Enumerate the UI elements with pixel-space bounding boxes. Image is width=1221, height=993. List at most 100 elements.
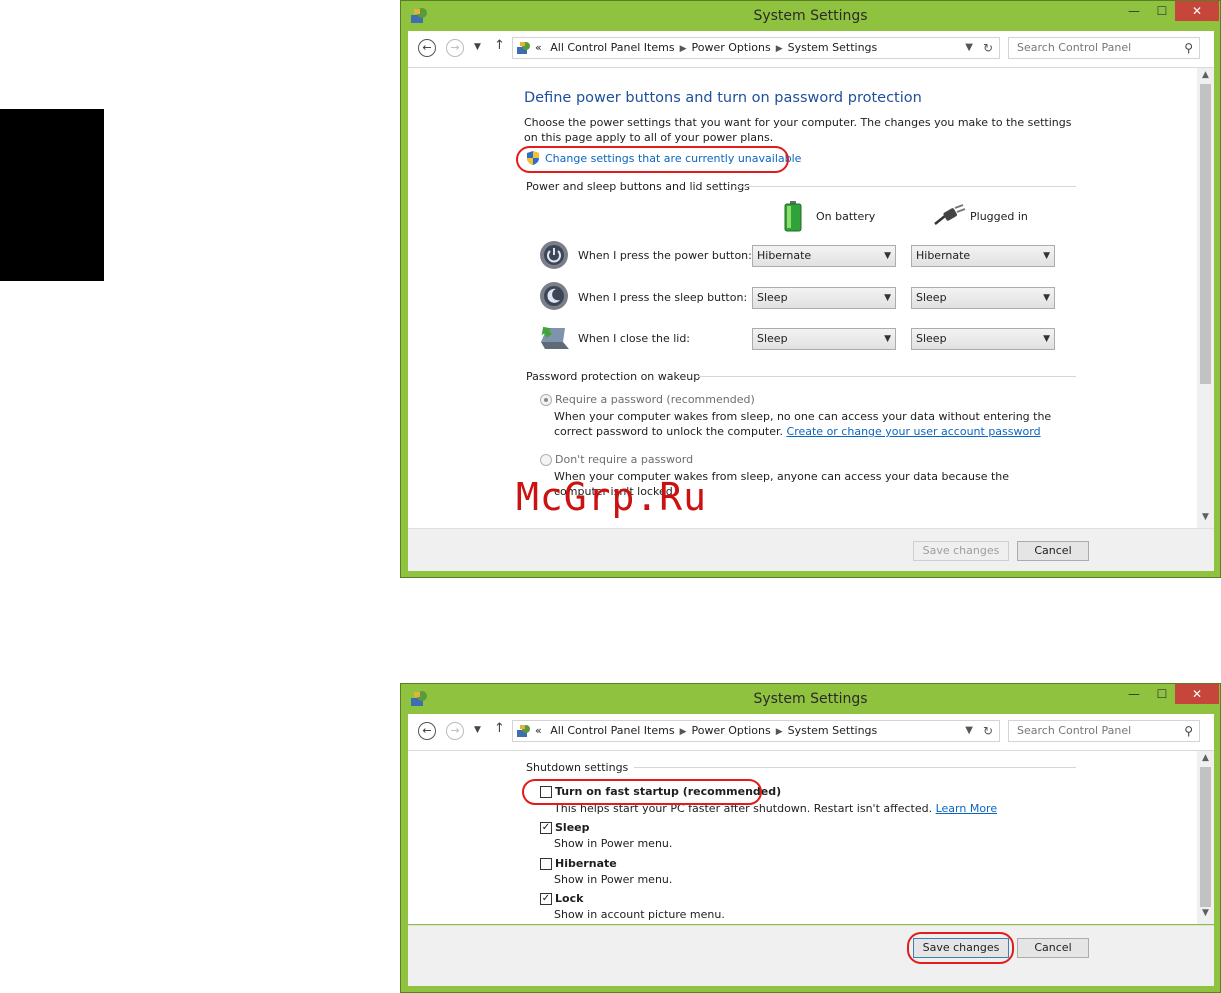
select-value: Sleep: [916, 291, 947, 304]
scrollbar-thumb[interactable]: [1200, 767, 1211, 907]
recent-locations-icon[interactable]: ▼: [474, 42, 481, 52]
recent-locations-icon[interactable]: ▼: [474, 725, 481, 735]
power-button-plugged-select[interactable]: Hibernate ▼: [911, 245, 1055, 267]
minimize-button[interactable]: —: [1119, 684, 1149, 704]
window-title: System Settings: [753, 8, 868, 24]
navigation-bar: ← → ▼ ↑ « All Control Panel Items ▶ Power …: [408, 31, 1214, 68]
up-icon[interactable]: ↑: [494, 38, 505, 53]
control-panel-icon: [517, 42, 530, 54]
minimize-button[interactable]: —: [1119, 1, 1149, 21]
search-input[interactable]: Search Control Panel ⚲: [1008, 720, 1200, 742]
chevron-right-icon: ▶: [775, 727, 783, 737]
breadcrumb-item[interactable]: System Settings: [788, 41, 878, 54]
learn-more-link[interactable]: Learn More: [936, 802, 998, 815]
divider: [634, 767, 1076, 768]
search-placeholder: Search Control Panel: [1017, 41, 1132, 54]
breadcrumb-item[interactable]: System Settings: [788, 724, 878, 737]
black-side-tab: [0, 109, 104, 281]
sleep-label: Sleep: [555, 821, 590, 834]
system-settings-window-2: System Settings — ☐ ✕ ← → ▼ ↑ « All Cont…: [400, 683, 1221, 993]
chevron-down-icon[interactable]: ▼: [965, 38, 973, 58]
search-input[interactable]: Search Control Panel ⚲: [1008, 37, 1200, 59]
scroll-down-icon[interactable]: ▼: [1197, 908, 1214, 922]
chevron-right-icon: ▶: [775, 44, 783, 54]
page-description: Choose the power settings that you want …: [524, 116, 1072, 144]
lid-plugged-select[interactable]: Sleep ▼: [911, 328, 1055, 350]
section-title-power-sleep: Power and sleep buttons and lid settings: [526, 180, 750, 193]
scrollbar-thumb[interactable]: [1200, 84, 1211, 384]
create-password-link[interactable]: Create or change your user account passw…: [787, 425, 1041, 438]
scroll-down-icon[interactable]: ▼: [1197, 512, 1214, 526]
address-bar[interactable]: « All Control Panel Items ▶ Power Options ▶…: [512, 720, 1000, 742]
plug-icon: [934, 204, 966, 225]
select-value: Hibernate: [757, 249, 812, 262]
hibernate-desc: Show in Power menu.: [554, 873, 673, 886]
chevron-down-icon: ▼: [884, 251, 891, 261]
highlight-oval: [522, 779, 762, 805]
chevron-down-icon: ▼: [1043, 334, 1050, 344]
scroll-up-icon[interactable]: ▲: [1197, 70, 1214, 84]
search-icon[interactable]: ⚲: [1184, 721, 1193, 741]
up-icon[interactable]: ↑: [494, 721, 505, 736]
lid-battery-select[interactable]: Sleep ▼: [752, 328, 896, 350]
page-title: Define power buttons and turn on passwor…: [524, 90, 922, 106]
breadcrumb-item[interactable]: All Control Panel Items: [550, 724, 674, 737]
save-changes-button[interactable]: Save changes: [913, 541, 1009, 561]
hibernate-label: Hibernate: [555, 857, 617, 870]
hibernate-checkbox[interactable]: [540, 858, 552, 870]
lock-checkbox[interactable]: ✓: [540, 893, 552, 905]
maximize-button[interactable]: ☐: [1147, 1, 1177, 21]
refresh-icon[interactable]: ↻: [983, 38, 993, 58]
title-bar[interactable]: System Settings — ☐ ✕: [401, 1, 1220, 31]
scrollbar[interactable]: ▲ ▼: [1197, 751, 1214, 924]
back-icon[interactable]: ←: [418, 39, 436, 57]
chevron-down-icon[interactable]: ▼: [965, 721, 973, 741]
maximize-button[interactable]: ☐: [1147, 684, 1177, 704]
breadcrumb: « All Control Panel Items ▶ Power Options ▶…: [535, 721, 877, 742]
sleep-button-plugged-select[interactable]: Sleep ▼: [911, 287, 1055, 309]
search-icon[interactable]: ⚲: [1184, 38, 1193, 58]
highlight-oval: [516, 146, 789, 173]
watermark: McGrp.Ru: [516, 475, 708, 519]
scrollbar[interactable]: ▲ ▼: [1197, 68, 1214, 528]
require-password-label: Require a password (recommended): [555, 393, 755, 406]
require-password-radio[interactable]: [540, 394, 552, 406]
breadcrumb-prefix: «: [535, 724, 542, 737]
breadcrumb-prefix: «: [535, 41, 542, 54]
divider: [734, 186, 1076, 187]
no-password-radio[interactable]: [540, 454, 552, 466]
search-placeholder: Search Control Panel: [1017, 724, 1132, 737]
chevron-down-icon: ▼: [884, 334, 891, 344]
back-icon[interactable]: ←: [418, 722, 436, 740]
address-bar[interactable]: « All Control Panel Items ▶ Power Options ▶…: [512, 37, 1000, 59]
battery-icon: [784, 201, 802, 232]
column-header-on-battery: On battery: [816, 210, 876, 223]
sleep-desc: Show in Power menu.: [554, 837, 673, 850]
sleep-button-icon: [540, 282, 568, 310]
sleep-checkbox[interactable]: ✓: [540, 822, 552, 834]
title-bar[interactable]: System Settings — ☐ ✕: [401, 684, 1220, 714]
breadcrumb-item[interactable]: All Control Panel Items: [550, 41, 674, 54]
select-value: Sleep: [757, 332, 788, 345]
close-button[interactable]: ✕: [1175, 684, 1219, 704]
scroll-up-icon[interactable]: ▲: [1197, 753, 1214, 767]
row-label: When I press the power button:: [578, 249, 752, 262]
sleep-button-battery-select[interactable]: Sleep ▼: [752, 287, 896, 309]
footer-bar: Save changes Cancel: [408, 528, 1214, 571]
no-password-label: Don't require a password: [555, 453, 694, 466]
footer-bar: Save changes Cancel: [408, 925, 1214, 986]
forward-icon[interactable]: →: [446, 722, 464, 740]
cancel-button[interactable]: Cancel: [1017, 938, 1089, 958]
breadcrumb-item[interactable]: Power Options: [692, 724, 771, 737]
lock-label: Lock: [555, 892, 584, 905]
cancel-button[interactable]: Cancel: [1017, 541, 1089, 561]
power-button-battery-select[interactable]: Hibernate ▼: [752, 245, 896, 267]
content-pane: Shutdown settings Turn on fast startup (…: [408, 751, 1214, 924]
select-value: Sleep: [757, 291, 788, 304]
forward-icon[interactable]: →: [446, 39, 464, 57]
laptop-lid-icon: [541, 326, 569, 349]
select-value: Sleep: [916, 332, 947, 345]
breadcrumb-item[interactable]: Power Options: [692, 41, 771, 54]
close-button[interactable]: ✕: [1175, 1, 1219, 21]
refresh-icon[interactable]: ↻: [983, 721, 993, 741]
